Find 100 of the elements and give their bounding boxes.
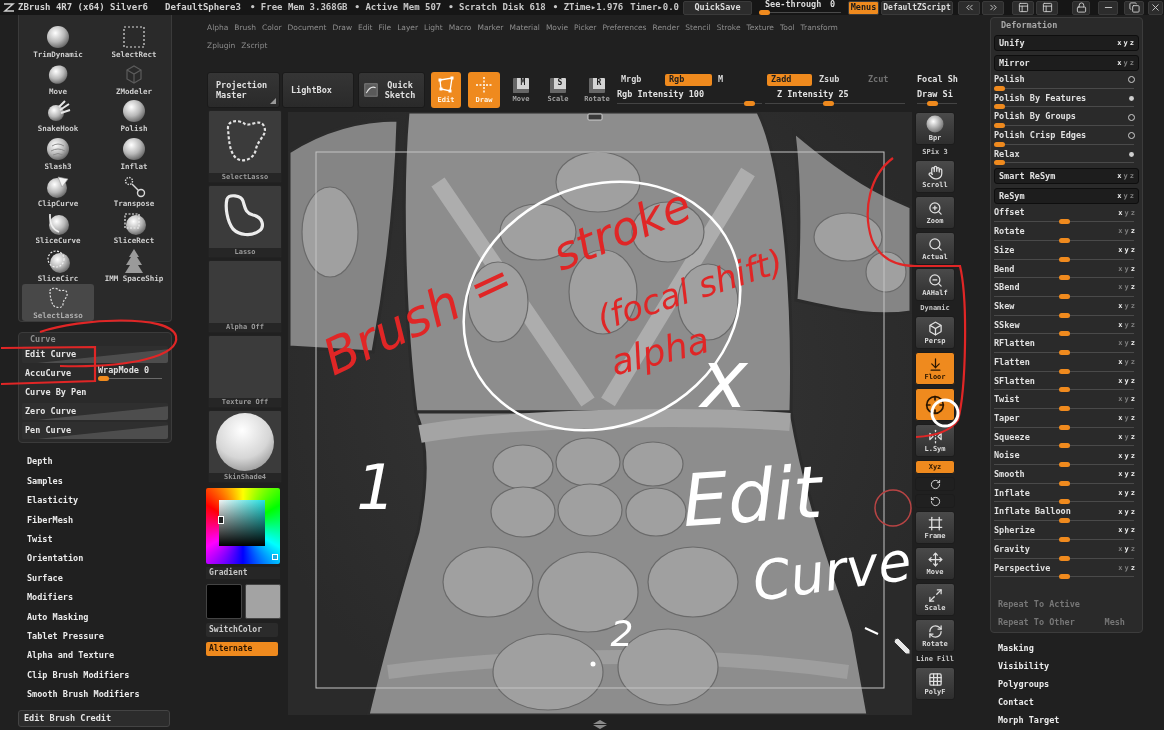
slider-track[interactable] bbox=[994, 256, 1134, 262]
option-button[interactable]: Curve By Pen bbox=[22, 384, 168, 401]
channel-mode-button[interactable]: M bbox=[714, 73, 736, 86]
slider-track[interactable] bbox=[994, 443, 1134, 449]
slider-track[interactable] bbox=[994, 518, 1134, 524]
channel-mode-button[interactable]: Mrgb bbox=[617, 73, 663, 86]
section-item[interactable]: Depth bbox=[18, 452, 53, 472]
section-item[interactable]: FiberMesh bbox=[18, 510, 74, 530]
page-right-button[interactable] bbox=[982, 0, 1004, 15]
slider-thumb[interactable] bbox=[1059, 499, 1070, 505]
slider-track[interactable] bbox=[994, 499, 1134, 505]
slider-track[interactable] bbox=[994, 85, 1134, 91]
quicksave-button[interactable]: QuickSave bbox=[683, 0, 752, 15]
slider-thumb[interactable] bbox=[1059, 312, 1070, 318]
section-item[interactable]: Masking bbox=[990, 639, 1034, 657]
hue-selector[interactable] bbox=[206, 488, 280, 564]
section-item[interactable]: Modifiers bbox=[18, 587, 74, 608]
section-item[interactable]: Twist bbox=[18, 529, 53, 549]
slider-track[interactable] bbox=[994, 574, 1134, 580]
section-item[interactable]: Tablet Pressure bbox=[18, 626, 104, 646]
slider-thumb[interactable] bbox=[1059, 406, 1070, 411]
toolbar-button[interactable]: Projection Master bbox=[207, 72, 280, 108]
swatch[interactable] bbox=[245, 584, 281, 619]
slider-track[interactable] bbox=[994, 275, 1134, 281]
drag-handle-icon[interactable] bbox=[587, 113, 603, 121]
lock-button[interactable] bbox=[1072, 0, 1090, 15]
slider-track[interactable] bbox=[994, 462, 1134, 468]
slider-thumb[interactable] bbox=[1059, 256, 1070, 262]
swatch[interactable] bbox=[206, 584, 242, 619]
gradient-toggle[interactable]: Gradient bbox=[206, 567, 280, 579]
section-item[interactable]: Surface bbox=[18, 568, 63, 588]
slider-thumb[interactable] bbox=[994, 123, 1005, 129]
channel-mode-button[interactable]: Rgb bbox=[665, 73, 712, 86]
slider-thumb[interactable] bbox=[1059, 443, 1070, 449]
slider-thumb[interactable] bbox=[1059, 349, 1070, 355]
slider-track[interactable] bbox=[994, 219, 1134, 225]
slider-track[interactable] bbox=[994, 160, 1134, 166]
section-item[interactable]: Alpha and Texture bbox=[18, 645, 114, 666]
minimize-button[interactable] bbox=[1098, 0, 1118, 15]
section-item[interactable]: Orientation bbox=[18, 548, 84, 569]
slider-thumb[interactable] bbox=[994, 85, 1005, 91]
slider-track[interactable] bbox=[994, 368, 1134, 374]
slider-thumb[interactable] bbox=[1059, 219, 1070, 225]
alternate-button[interactable]: Alternate bbox=[206, 642, 278, 656]
slider-track[interactable] bbox=[994, 536, 1134, 542]
section-item[interactable]: Samples bbox=[18, 471, 63, 491]
slider-thumb[interactable] bbox=[1059, 424, 1070, 430]
slider-thumb[interactable] bbox=[1059, 237, 1070, 243]
layout-button[interactable] bbox=[1036, 0, 1058, 15]
section-item[interactable]: Elasticity bbox=[18, 490, 79, 511]
slider-track[interactable] bbox=[994, 123, 1134, 129]
section-item[interactable]: Smooth Brush Modifiers bbox=[18, 684, 140, 705]
slider-track[interactable] bbox=[994, 555, 1134, 561]
sculpt-mode-button[interactable]: Zadd bbox=[767, 73, 812, 86]
option-button[interactable]: Pen Curve bbox=[22, 422, 168, 439]
slider-track[interactable] bbox=[994, 424, 1134, 430]
menus-button[interactable]: Menus bbox=[848, 0, 879, 15]
section-item[interactable]: Clip Brush Modifiers bbox=[18, 665, 130, 685]
slider-track[interactable] bbox=[759, 10, 841, 16]
slider-thumb[interactable] bbox=[1059, 480, 1070, 486]
slider-thumb[interactable] bbox=[1059, 331, 1070, 337]
slider-thumb[interactable] bbox=[1059, 293, 1070, 299]
slider-track[interactable] bbox=[994, 237, 1134, 243]
slider-thumb[interactable] bbox=[994, 160, 1005, 166]
slider-thumb[interactable] bbox=[994, 141, 1005, 147]
sculpt-mode-button[interactable]: Zsub bbox=[815, 73, 847, 86]
close-button[interactable] bbox=[1148, 0, 1163, 15]
collapse-arrows-icon[interactable] bbox=[592, 720, 608, 729]
slider-track[interactable] bbox=[994, 312, 1134, 318]
slider-thumb[interactable] bbox=[1059, 275, 1070, 281]
dot-icon[interactable] bbox=[1129, 151, 1134, 157]
section-item[interactable]: Morph Target bbox=[990, 711, 1060, 729]
page-left-button[interactable] bbox=[958, 0, 980, 15]
slider-thumb[interactable] bbox=[1059, 555, 1070, 561]
slider-thumb[interactable] bbox=[1059, 387, 1070, 393]
layout-button[interactable] bbox=[1012, 0, 1034, 15]
slider-thumb[interactable] bbox=[823, 101, 834, 106]
shelf-button[interactable] bbox=[915, 477, 955, 491]
dot-icon[interactable] bbox=[1129, 95, 1134, 101]
shelf-button[interactable] bbox=[915, 494, 955, 508]
slider-track[interactable] bbox=[994, 331, 1134, 337]
restore-button[interactable] bbox=[1124, 0, 1144, 15]
preset-button[interactable]: DefaultZScript bbox=[881, 0, 953, 15]
slider-thumb[interactable] bbox=[1059, 536, 1070, 542]
swap-button[interactable]: SwitchColor bbox=[206, 623, 278, 637]
slider-thumb[interactable] bbox=[744, 101, 755, 106]
slider-thumb[interactable] bbox=[759, 10, 770, 16]
section-item[interactable]: Auto Masking bbox=[18, 607, 89, 627]
slider-track[interactable] bbox=[994, 104, 1134, 110]
slider-track[interactable] bbox=[994, 387, 1134, 393]
slider-thumb[interactable] bbox=[994, 104, 1005, 110]
toolbar-button[interactable]: Quick Sketch bbox=[358, 72, 425, 108]
slider-thumb[interactable] bbox=[1059, 574, 1070, 580]
toggle-button[interactable]: AccuCurve bbox=[22, 365, 92, 382]
slider-thumb[interactable] bbox=[1059, 518, 1070, 524]
slider-track[interactable] bbox=[98, 376, 162, 382]
section-item[interactable]: Polygroups bbox=[990, 675, 1050, 693]
slider-thumb[interactable] bbox=[1059, 462, 1070, 468]
slider-track[interactable] bbox=[994, 480, 1134, 486]
slider-track[interactable] bbox=[994, 293, 1134, 299]
